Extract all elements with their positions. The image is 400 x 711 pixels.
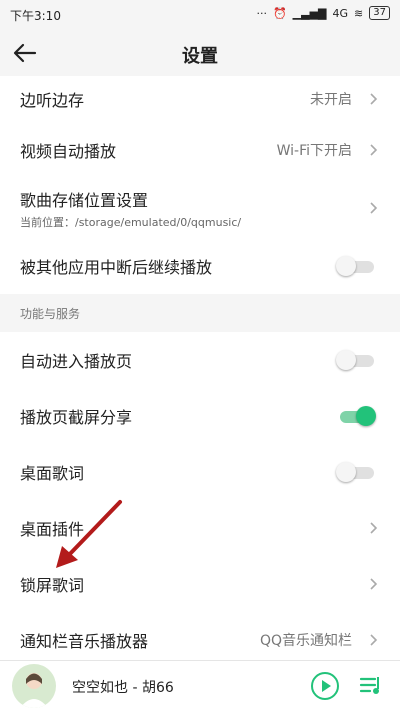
wifi-icon: ≋ — [354, 6, 364, 20]
row-screenshot-share: 播放页截屏分享 — [0, 388, 400, 444]
settings-list: 边听边存 未开启 视频自动播放 Wi-Fi下开启 歌曲存储位置设置 当前位置：/… — [0, 76, 400, 668]
screenshot-share-toggle[interactable] — [336, 406, 376, 426]
row-desktop-widget[interactable]: 桌面插件 — [0, 500, 400, 556]
row-label: 自动进入播放页 — [20, 352, 133, 371]
album-art-icon — [20, 673, 48, 708]
chevron-right-icon — [370, 578, 378, 590]
row-listen-save[interactable]: 边听边存 未开启 — [0, 76, 400, 122]
page-title: 设置 — [182, 46, 218, 67]
playlist-icon[interactable] — [358, 673, 384, 699]
resume-toggle[interactable] — [336, 256, 376, 276]
chevron-right-icon — [370, 522, 378, 534]
mini-player[interactable]: 空空如也 - 胡66 — [0, 660, 400, 711]
more-icon: ··· — [256, 6, 267, 20]
row-label: 播放页截屏分享 — [20, 408, 133, 427]
network-type: 4G — [332, 6, 349, 20]
chevron-right-icon — [370, 634, 378, 646]
row-video-autoplay[interactable]: 视频自动播放 Wi-Fi下开启 — [0, 122, 400, 178]
row-label: 桌面歌词 — [20, 464, 85, 483]
album-cover[interactable] — [12, 664, 56, 708]
row-resume-after-interrupt: 被其他应用中断后继续播放 — [0, 238, 400, 294]
auto-enter-player-toggle[interactable] — [336, 350, 376, 370]
signal-icon: ▁▃▅▇ — [292, 6, 327, 20]
row-value: 未开启 — [310, 92, 352, 108]
row-label: 歌曲存储位置设置 — [20, 190, 149, 210]
chevron-right-icon — [370, 202, 378, 214]
alarm-icon: ⏰ — [272, 6, 287, 20]
chevron-right-icon — [370, 144, 378, 156]
section-header: 功能与服务 — [0, 294, 400, 332]
status-time: 下午3:10 — [10, 9, 61, 23]
row-label: 边听边存 — [20, 91, 85, 110]
status-icons: ··· ⏰ ▁▃▅▇ 4G ≋ 37 — [256, 6, 390, 20]
row-storage-location[interactable]: 歌曲存储位置设置 当前位置：/storage/emulated/0/qqmusi… — [0, 178, 400, 238]
row-lockscreen-lyrics[interactable]: 锁屏歌词 — [0, 556, 400, 612]
play-icon[interactable] — [310, 671, 340, 701]
row-label: 被其他应用中断后继续播放 — [20, 258, 213, 277]
row-subtitle: 当前位置：/storage/emulated/0/qqmusic/ — [20, 215, 242, 229]
row-value: QQ音乐通知栏 — [259, 633, 352, 649]
row-label: 视频自动播放 — [20, 142, 117, 161]
desktop-lyrics-toggle[interactable] — [336, 462, 376, 482]
row-label: 通知栏音乐播放器 — [20, 632, 149, 651]
row-value: Wi-Fi下开启 — [276, 143, 352, 159]
chevron-right-icon — [370, 93, 378, 105]
battery-icon: 37 — [369, 6, 390, 20]
row-auto-enter-player: 自动进入播放页 — [0, 332, 400, 388]
now-playing-title: 空空如也 - 胡66 — [72, 680, 174, 696]
header: 设置 — [0, 30, 400, 76]
status-bar: 下午3:10 ··· ⏰ ▁▃▅▇ 4G ≋ 37 — [0, 0, 400, 30]
row-desktop-lyrics: 桌面歌词 — [0, 444, 400, 500]
section-title: 功能与服务 — [20, 306, 81, 321]
row-label: 锁屏歌词 — [20, 576, 85, 595]
row-label: 桌面插件 — [20, 520, 85, 539]
